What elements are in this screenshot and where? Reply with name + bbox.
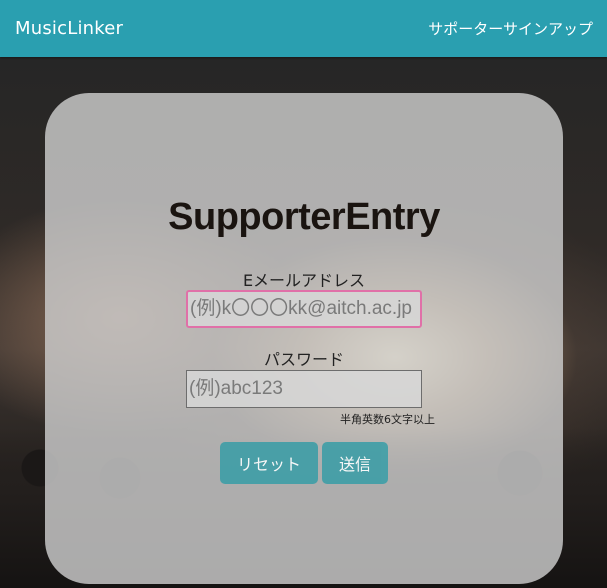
password-label: パスワード	[263, 350, 344, 369]
supporter-signup-link[interactable]: サポーターサインアップ	[428, 18, 593, 39]
email-field[interactable]	[186, 290, 422, 328]
password-hint: 半角英数6文字以上	[340, 413, 435, 426]
email-label: Eメールアドレス	[242, 271, 366, 290]
top-navbar: MusicLinker サポーターサインアップ	[0, 0, 607, 57]
login-card: SupporterEntry Eメールアドレス パスワード 半角英数6文字以上 …	[45, 93, 563, 584]
page-title: SupporterEntry	[168, 196, 440, 238]
password-field[interactable]	[186, 370, 422, 408]
submit-button[interactable]: 送信	[322, 442, 388, 484]
reset-button[interactable]: リセット	[220, 442, 318, 484]
brand-logo-link[interactable]: MusicLinker	[15, 18, 123, 39]
